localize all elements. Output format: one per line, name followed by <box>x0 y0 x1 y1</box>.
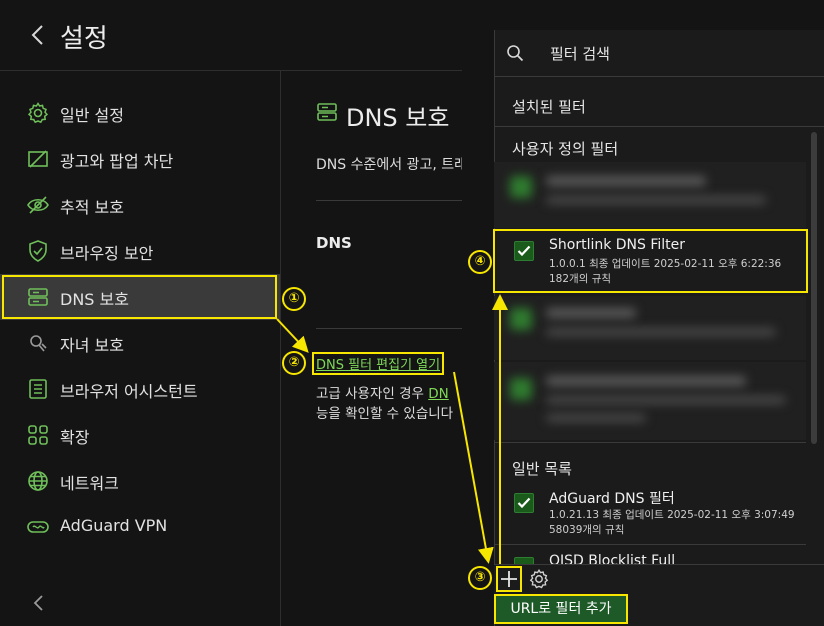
sidebar-item-extensions[interactable]: 확장 <box>0 412 280 458</box>
main-content: DNS 보호 DNS 수준에서 광고, 트래 DNS DNS 필터 편집기 열기… <box>281 71 462 626</box>
filter-search-input[interactable] <box>548 38 812 70</box>
sidebar-item-general[interactable]: 일반 설정 <box>0 90 280 136</box>
main-description: DNS 수준에서 광고, 트래 <box>316 157 462 173</box>
filter-rule-count: 58039개의 규칙 <box>549 524 625 536</box>
callout-badge-2: ② <box>282 351 306 375</box>
checkbox-checked[interactable] <box>514 493 534 513</box>
dns-filter-editor-link[interactable]: DNS 필터 편집기 열기 <box>312 352 445 375</box>
plus-icon <box>501 571 517 587</box>
general-list-heading: 일반 목록 <box>512 460 572 478</box>
sidebar-item-parental[interactable]: 자녀 보호 <box>0 320 280 366</box>
filter-meta: 1.0.21.13 최종 업데이트 2025-02-11 오후 3:07:49 <box>549 509 795 521</box>
dns-section-heading: DNS <box>316 234 352 252</box>
sidebar-item-vpn[interactable]: AdGuard VPN <box>0 504 280 550</box>
divider <box>316 200 462 201</box>
blurred-filter-row <box>494 362 806 440</box>
sidebar-item-tracking[interactable]: 추적 보호 <box>0 182 280 228</box>
divider <box>494 442 806 443</box>
highlight-box-filter <box>493 229 808 293</box>
search-icon <box>507 45 524 62</box>
sidebar-item-label: 일반 설정 <box>60 106 124 125</box>
advanced-text: 고급 사용자인 경우 <box>316 386 429 402</box>
sidebar-item-label: AdGuard VPN <box>60 516 168 535</box>
scrollbar-thumb[interactable] <box>811 132 817 444</box>
checkbox-checked[interactable] <box>514 557 534 564</box>
callout-badge-3: ③ <box>468 566 492 590</box>
callout-badge-1: ① <box>282 287 306 311</box>
page-title: 설정 <box>60 24 108 54</box>
highlight-box-dns <box>2 275 277 319</box>
globe-icon <box>28 471 48 491</box>
callout-badge-4: ④ <box>468 250 492 274</box>
filter-row-oisd[interactable]: OISD Blocklist Full <box>494 545 806 564</box>
settings-gear-icon[interactable] <box>528 568 550 590</box>
filter-name: OISD Blocklist Full <box>549 553 676 564</box>
main-title: DNS 보호 <box>346 104 450 132</box>
sidebar-item-label: 확장 <box>60 428 90 447</box>
sidebar-item-network[interactable]: 네트워크 <box>0 458 280 504</box>
sidebar-item-label: 자녀 보호 <box>60 336 124 355</box>
gear-icon <box>27 102 49 124</box>
sidebar-item-label: 광고와 팝업 차단 <box>60 152 174 171</box>
advanced-text-line2: 능을 확인할 수 있습니다 <box>316 406 454 422</box>
add-filter-button[interactable] <box>496 566 522 592</box>
blurred-filter-row <box>494 296 806 360</box>
collapse-chevron-icon[interactable] <box>30 592 46 614</box>
sidebar-item-assistant[interactable]: 브라우저 어시스턴트 <box>0 366 280 412</box>
parental-icon <box>30 335 47 352</box>
divider <box>316 328 462 329</box>
back-chevron-icon[interactable] <box>28 22 48 48</box>
vpn-icon <box>27 521 49 533</box>
sidebar-item-label: 브라우저 어시스턴트 <box>60 382 198 401</box>
sidebar-item-label: 브라우징 보안 <box>60 244 154 263</box>
filter-row-adguard-dns[interactable]: AdGuard DNS 필터 1.0.21.13 최종 업데이트 2025-02… <box>494 482 806 544</box>
installed-filters-heading: 설치된 필터 <box>512 98 586 116</box>
advanced-text-line1: 고급 사용자인 경우 DN <box>316 382 449 402</box>
advanced-link[interactable]: DN <box>428 386 449 402</box>
extensions-icon <box>28 425 48 445</box>
sidebar-item-ad-blocking[interactable]: 광고와 팝업 차단 <box>0 136 280 182</box>
sidebar-item-label: 네트워크 <box>60 474 119 493</box>
sidebar-item-browsing-security[interactable]: 브라우징 보안 <box>0 228 280 274</box>
eye-off-icon <box>27 196 49 214</box>
custom-filters-heading: 사용자 정의 필터 <box>512 140 619 158</box>
dns-server-icon <box>317 103 337 121</box>
sidebar-item-label: 추적 보호 <box>60 198 124 217</box>
add-filter-by-url-button[interactable]: URL로 필터 추가 <box>494 594 628 624</box>
shield-icon <box>29 240 47 262</box>
blurred-filter-row <box>494 162 806 228</box>
divider <box>494 126 824 127</box>
assistant-icon <box>29 379 47 399</box>
ad-block-icon <box>28 150 48 168</box>
filter-name: AdGuard DNS 필터 <box>549 491 675 507</box>
